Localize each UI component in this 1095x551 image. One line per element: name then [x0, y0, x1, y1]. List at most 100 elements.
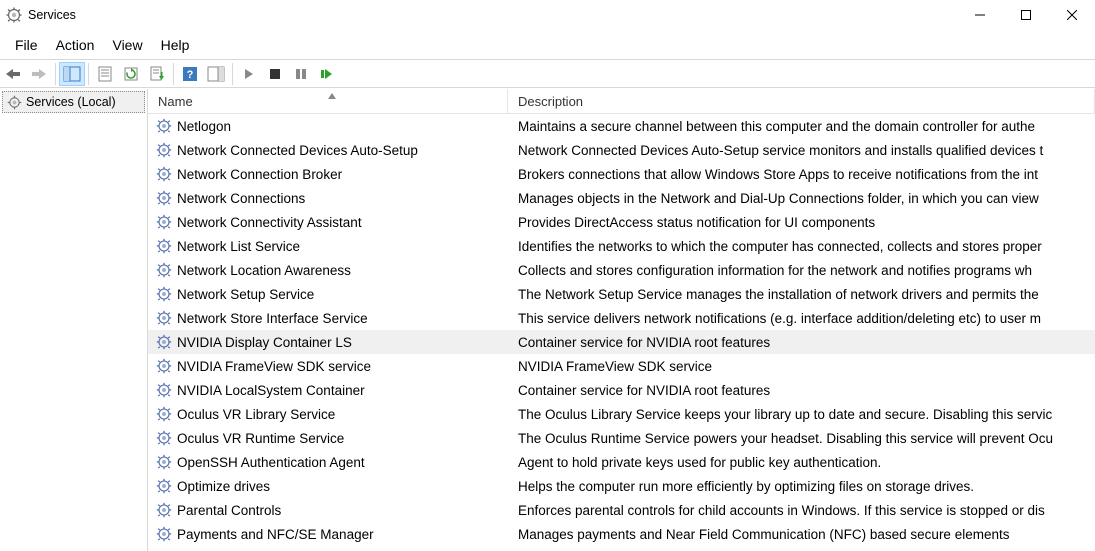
console-tree-pane[interactable]: Services (Local)	[0, 89, 148, 551]
service-row[interactable]: Optimize drivesHelps the computer run mo…	[148, 474, 1095, 498]
sort-ascending-icon	[328, 89, 336, 102]
gear-icon	[156, 406, 172, 422]
gear-icon	[156, 286, 172, 302]
service-row[interactable]: OpenSSH Authentication Agent Agent to hol…	[148, 450, 1095, 474]
service-description: Container service for NVIDIA root featur…	[508, 335, 1095, 350]
column-header-description[interactable]: Description	[508, 89, 1095, 113]
service-description: Maintains a secure channel between this …	[508, 119, 1095, 134]
service-row[interactable]: Network Connection BrokerBrokers connect…	[148, 162, 1095, 186]
service-row[interactable]: Network Location AwarenessCollects and s…	[148, 258, 1095, 282]
show-hide-action-pane-button[interactable]	[203, 62, 229, 86]
gear-icon	[156, 310, 172, 326]
maximize-button[interactable]	[1003, 0, 1049, 30]
service-name: OpenSSH Authentication Agent	[177, 455, 365, 470]
tree-item-services-local[interactable]: Services (Local)	[2, 91, 145, 113]
gear-icon	[156, 382, 172, 398]
service-row[interactable]: Network Connected Devices Auto-Setup Netw…	[148, 138, 1095, 162]
service-description: Provides DirectAccess status notificatio…	[508, 215, 1095, 230]
service-row[interactable]: Network Store Interface ServiceThis serv…	[148, 306, 1095, 330]
menubar: File Action View Help	[0, 30, 1095, 60]
service-row[interactable]: Network Connectivity Assistant Provides D…	[148, 210, 1095, 234]
service-name: Network Setup Service	[177, 287, 314, 302]
service-row[interactable]: NVIDIA FrameView SDK service NVIDIA Frame…	[148, 354, 1095, 378]
gear-icon	[156, 430, 172, 446]
service-name: Payments and NFC/SE Manager	[177, 527, 374, 542]
gear-icon	[156, 166, 172, 182]
back-button[interactable]	[0, 62, 26, 86]
service-description: Collects and stores configuration inform…	[508, 263, 1095, 278]
column-header-name[interactable]: Name	[148, 89, 508, 113]
export-list-button[interactable]	[144, 62, 170, 86]
gear-icon	[156, 238, 172, 254]
titlebar: Services	[0, 0, 1095, 30]
service-name: Network List Service	[177, 239, 300, 254]
service-description: Container service for NVIDIA root featur…	[508, 383, 1095, 398]
gear-icon	[156, 526, 172, 542]
start-service-button[interactable]	[236, 62, 262, 86]
service-description: This service delivers network notificati…	[508, 311, 1095, 326]
gear-icon	[156, 142, 172, 158]
gear-icon	[156, 334, 172, 350]
service-description: Agent to hold private keys used for publ…	[508, 455, 1095, 470]
service-name: Network Connected Devices Auto-Setup	[177, 143, 418, 158]
forward-button[interactable]	[26, 62, 52, 86]
gear-icon	[156, 502, 172, 518]
service-name: Parental Controls	[177, 503, 281, 518]
service-name: NVIDIA Display Container LS	[177, 335, 352, 350]
gear-icon	[7, 95, 22, 110]
service-row[interactable]: Oculus VR Runtime ServiceThe Oculus Runt…	[148, 426, 1095, 450]
gear-icon	[156, 358, 172, 374]
svg-text:?: ?	[187, 69, 194, 81]
services-app-icon	[6, 7, 22, 23]
service-name: Optimize drives	[177, 479, 270, 494]
service-name: NVIDIA LocalSystem Container	[177, 383, 365, 398]
toolbar: ?	[0, 60, 1095, 88]
service-description: NVIDIA FrameView SDK service	[508, 359, 1095, 374]
work-area: Services (Local) Name Description Netlog…	[0, 88, 1095, 551]
service-row[interactable]: NVIDIA LocalSystem Container Container se…	[148, 378, 1095, 402]
service-name: Network Connectivity Assistant	[177, 215, 362, 230]
gear-icon	[156, 478, 172, 494]
menu-view[interactable]: View	[103, 34, 151, 56]
help-button[interactable]: ?	[177, 62, 203, 86]
gear-icon	[156, 118, 172, 134]
service-name: Network Connection Broker	[177, 167, 342, 182]
service-name: Network Connections	[177, 191, 305, 206]
service-row[interactable]: Netlogon Maintains a secure channel betwe…	[148, 114, 1095, 138]
column-headers: Name Description	[148, 89, 1095, 114]
service-name: NVIDIA FrameView SDK service	[177, 359, 371, 374]
service-list-pane: Name Description Netlogon Maintains a sec…	[148, 89, 1095, 551]
service-description: The Oculus Library Service keeps your li…	[508, 407, 1095, 422]
service-row[interactable]: Network List Service Identifies the netwo…	[148, 234, 1095, 258]
service-description: Manages payments and Near Field Communic…	[508, 527, 1095, 542]
service-name: Netlogon	[177, 119, 231, 134]
stop-service-button[interactable]	[262, 62, 288, 86]
menu-action[interactable]: Action	[47, 34, 104, 56]
window-title: Services	[28, 8, 76, 22]
menu-help[interactable]: Help	[152, 34, 199, 56]
menu-file[interactable]: File	[6, 34, 47, 56]
service-row[interactable]: Network Setup Service The Network Setup S…	[148, 282, 1095, 306]
minimize-button[interactable]	[957, 0, 1003, 30]
properties-button[interactable]	[92, 62, 118, 86]
service-list[interactable]: Netlogon Maintains a secure channel betwe…	[148, 114, 1095, 551]
restart-service-button[interactable]	[314, 62, 340, 86]
pause-service-button[interactable]	[288, 62, 314, 86]
service-description: Manages objects in the Network and Dial-…	[508, 191, 1095, 206]
service-row[interactable]: Parental ControlsEnforces parental contr…	[148, 498, 1095, 522]
service-name: Oculus VR Runtime Service	[177, 431, 344, 446]
gear-icon	[156, 454, 172, 470]
service-description: Network Connected Devices Auto-Setup ser…	[508, 143, 1095, 158]
service-name: Oculus VR Library Service	[177, 407, 335, 422]
service-row[interactable]: Network Connections Manages objects in th…	[148, 186, 1095, 210]
show-hide-tree-button[interactable]	[59, 62, 85, 86]
service-description: Identifies the networks to which the com…	[508, 239, 1095, 254]
tree-item-label: Services (Local)	[26, 95, 116, 109]
gear-icon	[156, 262, 172, 278]
refresh-button[interactable]	[118, 62, 144, 86]
service-row[interactable]: Oculus VR Library Service The Oculus Libr…	[148, 402, 1095, 426]
service-row[interactable]: NVIDIA Display Container LS Container ser…	[148, 330, 1095, 354]
close-button[interactable]	[1049, 0, 1095, 30]
service-description: The Network Setup Service manages the in…	[508, 287, 1095, 302]
service-row[interactable]: Payments and NFC/SE Manager Manages payme…	[148, 522, 1095, 546]
